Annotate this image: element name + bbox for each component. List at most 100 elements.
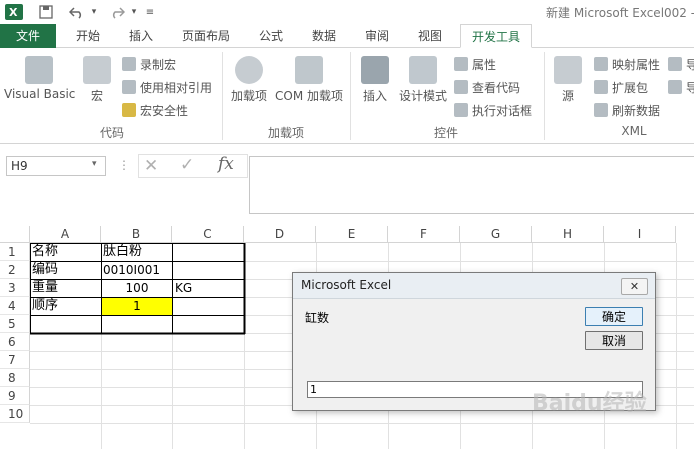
tab-developer[interactable]: 开发工具 [460,24,532,48]
column-header-D[interactable]: D [244,226,316,243]
xml-source-icon [554,56,582,84]
customize-qat-icon[interactable]: ≡ [144,3,156,21]
column-header-I[interactable]: I [604,226,676,243]
gear-icon [235,56,263,84]
cell-A2[interactable]: 编码 [32,261,58,279]
macros-button[interactable]: 宏 [80,56,114,104]
run-dialog-label: 执行对话框 [472,103,533,118]
redo-dropdown-icon[interactable]: ▾ [128,3,140,21]
com-addins-button[interactable]: COM 加载项 [272,56,346,104]
cancel-icon[interactable]: ✕ [144,156,158,176]
warning-icon [122,103,136,117]
tab-insert[interactable]: 插入 [118,24,164,48]
svg-text:X: X [9,6,18,19]
group-label-code: 代码 [99,126,124,140]
undo-icon[interactable] [66,3,88,21]
column-header-F[interactable]: F [388,226,460,243]
tab-review[interactable]: 审阅 [354,24,400,48]
tab-view[interactable]: 视图 [406,24,454,48]
cancel-button[interactable]: 取消 [585,331,643,350]
design-mode-label: 设计模式 [398,89,447,103]
close-icon: ✕ [629,280,640,293]
watermark: Baidu经验 [532,391,647,416]
refresh-icon [594,103,608,117]
ribbon-separator [350,52,351,140]
dialog-close-button[interactable]: ✕ [621,278,648,295]
group-label-addins: 加载项 [267,126,304,140]
record-macro-button[interactable]: 录制宏 [122,54,176,74]
cell-B3[interactable]: 100 [102,279,172,297]
properties-icon [454,57,468,71]
insert-control-button[interactable]: 插入 [358,56,392,104]
cell-B2[interactable]: 0010I001 [103,261,160,279]
column-header-E[interactable]: E [316,226,388,243]
expansion-packs-button[interactable]: 扩展包 [594,77,648,97]
cell-C3[interactable]: KG [175,279,192,297]
macros-label: 宏 [90,89,103,103]
group-label-controls: 控件 [433,126,458,140]
group-label-xml: XML [621,124,647,138]
visual-basic-label: Visual Basic [4,87,76,101]
redo-icon[interactable] [106,3,128,21]
ribbon-separator [544,52,545,140]
column-header-C[interactable]: C [172,226,244,243]
column-header-H[interactable]: H [532,226,604,243]
refresh-data-button[interactable]: 刷新数据 [594,100,660,120]
xml-source-label: 源 [561,89,574,103]
visual-basic-button[interactable]: Visual Basic [4,56,76,101]
enter-icon[interactable]: ✓ [180,155,194,175]
addins-button[interactable]: 加载项 [228,56,270,104]
save-icon[interactable] [36,3,56,21]
insert-control-label: 插入 [362,89,387,103]
export-button[interactable]: 导 [668,77,694,97]
ok-button[interactable]: 确定 [585,307,643,326]
tab-data[interactable]: 数据 [300,24,348,48]
map-properties-button[interactable]: 映射属性 [594,54,660,74]
cell-B1[interactable]: 肽白粉 [103,243,142,261]
map-properties-label: 映射属性 [612,57,661,72]
cell-A4[interactable]: 顺序 [32,297,58,315]
cell-B4[interactable]: 1 [102,298,172,315]
cell-A3[interactable]: 重量 [32,279,58,297]
run-dialog-icon [454,103,468,117]
macros-icon [83,56,111,84]
addins-label: 加载项 [230,89,267,103]
export-label: 导 [686,80,694,95]
relative-reference-label: 使用相对引用 [140,80,213,95]
properties-label: 属性 [472,57,497,72]
undo-dropdown-icon[interactable]: ▾ [88,3,100,21]
tab-page-layout[interactable]: 页面布局 [170,24,242,48]
dialog-title: Microsoft Excel [301,278,392,292]
name-box-dropdown-icon[interactable]: ▾ [92,159,97,169]
select-all-corner[interactable] [0,226,30,243]
tab-home[interactable]: 开始 [64,24,112,48]
formula-input[interactable] [249,156,694,214]
ribbon-separator [222,52,223,140]
name-box[interactable]: H9 [6,156,106,176]
xml-source-button[interactable]: 源 [552,56,584,104]
com-addins-icon [295,56,323,84]
column-header-G[interactable]: G [460,226,532,243]
tab-file[interactable]: 文件 [0,24,56,48]
macro-security-label: 宏安全性 [140,103,189,118]
insert-function-icon[interactable]: fx [218,154,234,174]
expansion-packs-label: 扩展包 [612,80,649,95]
run-dialog-button[interactable]: 执行对话框 [454,100,532,120]
record-macro-icon [122,57,136,71]
column-header-B[interactable]: B [101,226,172,243]
excel-logo-icon: X [4,3,24,21]
more-icon: ⋮ [118,158,130,172]
column-header-A[interactable]: A [30,226,101,243]
com-addins-label: COM 加载项 [275,89,343,103]
macro-security-button[interactable]: 宏安全性 [122,100,188,120]
properties-button[interactable]: 属性 [454,54,496,74]
import-label: 导 [686,57,694,72]
import-icon [668,57,682,71]
cell-A1[interactable]: 名称 [32,243,58,261]
view-code-button[interactable]: 查看代码 [454,77,520,97]
design-mode-button[interactable]: 设计模式 [396,56,450,104]
tab-formulas[interactable]: 公式 [248,24,294,48]
refresh-data-label: 刷新数据 [612,103,661,118]
relative-reference-button[interactable]: 使用相对引用 [122,77,212,97]
import-button[interactable]: 导 [668,54,694,74]
